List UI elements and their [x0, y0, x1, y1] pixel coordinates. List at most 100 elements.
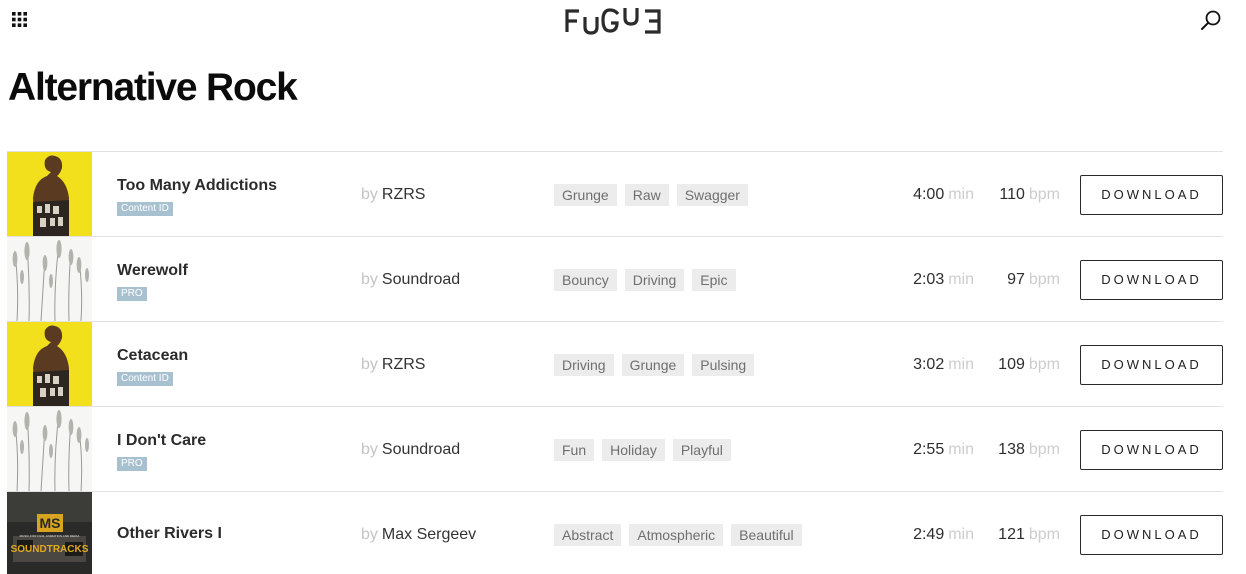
duration-unit: min	[948, 186, 974, 203]
track-cover[interactable]: MS MUSIC FOR FILM, ANIMATION AND MEDIA S…	[7, 492, 92, 574]
track-row: Cetacean Content ID by RZRS Driving Grung…	[7, 322, 1223, 407]
track-title[interactable]: I Don't Care	[117, 432, 206, 450]
download-button[interactable]: DOWNLOAD	[1080, 345, 1223, 385]
tag[interactable]: Beautiful	[731, 524, 802, 546]
tag[interactable]: Pulsing	[692, 354, 755, 376]
ms-cover-small-text: MUSIC FOR FILM, ANIMATION AND MEDIA	[20, 534, 80, 538]
soundtracks-cover-text: SOUNDTRACKS	[11, 544, 89, 555]
artist-credit: by RZRS	[361, 356, 425, 374]
track-bpm: 97 bpm	[1007, 271, 1060, 289]
yellow-figure-cover-art	[7, 152, 92, 236]
tag-list: Bouncy Driving Epic	[554, 269, 736, 291]
download-button[interactable]: DOWNLOAD	[1080, 260, 1223, 300]
track-title[interactable]: Other Rivers I	[117, 525, 222, 543]
artist-link[interactable]: Soundroad	[382, 441, 460, 458]
tag-list: Abstract Atmospheric Beautiful	[554, 524, 802, 546]
by-label: by	[361, 441, 378, 458]
track-duration: 2:49 min	[913, 526, 974, 544]
tag[interactable]: Driving	[624, 269, 685, 291]
track-row: I Don't Care PRO by Soundroad Fun Holiday…	[7, 407, 1223, 492]
tag[interactable]: Driving	[554, 354, 614, 376]
bpm-unit: bpm	[1028, 441, 1060, 458]
track-cover[interactable]	[7, 152, 92, 236]
tag-list: Grunge Raw Swagger	[554, 184, 748, 206]
tag[interactable]: Abstract	[554, 524, 622, 546]
wheat-cover-art	[7, 237, 92, 321]
duration-value: 3:02	[913, 356, 945, 373]
track-title[interactable]: Werewolf	[117, 262, 188, 280]
bpm-value: 109	[998, 356, 1025, 373]
artist-link[interactable]: Soundroad	[382, 271, 460, 288]
tag[interactable]: Raw	[624, 184, 669, 206]
track-title[interactable]: Too Many Addictions	[117, 177, 277, 195]
duration-unit: min	[948, 271, 974, 288]
tag[interactable]: Bouncy	[554, 269, 617, 291]
track-duration: 3:02 min	[913, 356, 974, 374]
track-row: Too Many Addictions Content ID by RZRS Gr…	[7, 152, 1223, 237]
track-bpm: 121 bpm	[998, 526, 1060, 544]
ms-soundtracks-cover-art: MS MUSIC FOR FILM, ANIMATION AND MEDIA S…	[7, 492, 92, 574]
artist-link[interactable]: Max Sergeev	[382, 526, 476, 543]
artist-credit: by Max Sergeev	[361, 526, 476, 544]
fugue-logo[interactable]	[563, 5, 667, 35]
tag-list: Driving Grunge Pulsing	[554, 354, 755, 376]
duration-value: 2:55	[913, 441, 945, 458]
duration-value: 2:49	[913, 526, 945, 543]
tag[interactable]: Grunge	[621, 354, 685, 376]
track-title[interactable]: Cetacean	[117, 347, 188, 365]
bpm-value: 121	[998, 526, 1025, 543]
by-label: by	[361, 526, 378, 543]
bpm-value: 110	[999, 186, 1025, 203]
track-duration: 2:55 min	[913, 441, 974, 459]
content-id-badge: Content ID	[117, 372, 173, 386]
download-button[interactable]: DOWNLOAD	[1080, 515, 1223, 555]
tag[interactable]: Grunge	[554, 184, 617, 206]
duration-unit: min	[948, 441, 974, 458]
bpm-unit: bpm	[1028, 186, 1060, 203]
track-row: Werewolf PRO by Soundroad Bouncy Driving …	[7, 237, 1223, 322]
duration-unit: min	[948, 526, 974, 543]
track-bpm: 138 bpm	[998, 441, 1060, 459]
download-button[interactable]: DOWNLOAD	[1080, 430, 1223, 470]
tag[interactable]: Fun	[554, 439, 595, 461]
track-bpm: 109 bpm	[998, 356, 1060, 374]
bpm-unit: bpm	[1028, 271, 1060, 288]
ms-cover-text: MS	[40, 515, 61, 531]
by-label: by	[361, 356, 378, 373]
tag[interactable]: Swagger	[676, 184, 748, 206]
grid-menu-icon[interactable]	[12, 12, 27, 27]
track-duration: 2:03 min	[913, 271, 974, 289]
search-icon[interactable]	[1200, 9, 1222, 31]
wheat-cover-art	[7, 407, 92, 491]
artist-credit: by Soundroad	[361, 441, 460, 459]
artist-credit: by RZRS	[361, 186, 425, 204]
tag[interactable]: Atmospheric	[629, 524, 724, 546]
artist-link[interactable]: RZRS	[382, 356, 426, 373]
bpm-unit: bpm	[1028, 526, 1060, 543]
top-bar	[0, 0, 1246, 44]
tag[interactable]: Playful	[672, 439, 731, 461]
track-cover[interactable]	[7, 322, 92, 406]
duration-value: 4:00	[913, 186, 945, 203]
duration-unit: min	[948, 356, 974, 373]
track-row: MS MUSIC FOR FILM, ANIMATION AND MEDIA S…	[7, 492, 1223, 574]
pro-badge: PRO	[117, 457, 147, 471]
content-id-badge: Content ID	[117, 202, 173, 216]
bpm-value: 138	[998, 441, 1025, 458]
track-bpm: 110 bpm	[999, 186, 1060, 204]
pro-badge: PRO	[117, 287, 147, 301]
duration-value: 2:03	[913, 271, 945, 288]
track-cover[interactable]	[7, 407, 92, 491]
page-title: Alternative Rock	[8, 66, 298, 109]
track-cover[interactable]	[7, 237, 92, 321]
by-label: by	[361, 271, 378, 288]
by-label: by	[361, 186, 378, 203]
bpm-value: 97	[1007, 271, 1025, 288]
yellow-figure-cover-art	[7, 322, 92, 406]
download-button[interactable]: DOWNLOAD	[1080, 175, 1223, 215]
artist-link[interactable]: RZRS	[382, 186, 426, 203]
tag[interactable]: Holiday	[602, 439, 665, 461]
tag[interactable]: Epic	[692, 269, 736, 291]
track-list: Too Many Addictions Content ID by RZRS Gr…	[7, 151, 1223, 574]
artist-credit: by Soundroad	[361, 271, 460, 289]
